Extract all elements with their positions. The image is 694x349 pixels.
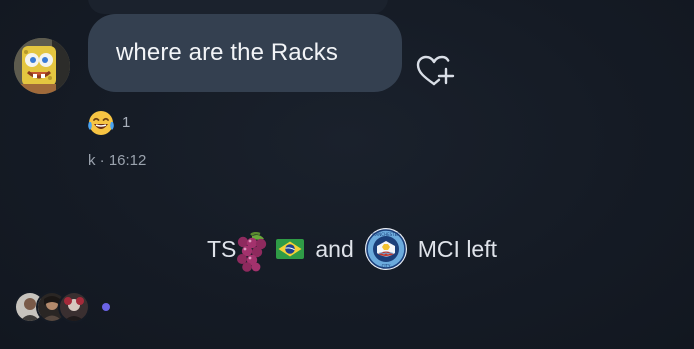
reaction-count: 1 [122,113,131,131]
typing-indicator-dot [102,303,110,311]
svg-text:CITY: CITY [381,264,390,269]
man-city-crest-icon: MANCHESTER CITY [364,228,407,270]
seen-avatar[interactable] [58,291,90,323]
message-bubble[interactable]: where are the Racks [88,14,402,92]
message-reaction[interactable]: 1 [86,108,130,138]
system-message-prefix: TS [207,235,237,262]
system-message-conjunction: and [315,235,354,262]
seen-by-row[interactable] [14,290,110,324]
brazil-flag-icon [276,239,305,259]
system-message-suffix: MCI left [417,235,497,262]
system-message: TS and MANCHESTER CITY MCI left [207,226,497,272]
add-reaction-button[interactable] [414,52,458,90]
avatar-image [14,38,70,94]
previous-message-bubble[interactable] [88,0,388,14]
grapes-emoji-icon [237,232,267,272]
sender-avatar[interactable] [14,38,70,94]
message-text: where are the Racks [116,39,339,66]
heart-plus-icon [416,55,455,86]
message-meta: k · 16:12 [88,152,147,169]
laughing-tears-emoji-icon [88,111,114,135]
chat-screen: where are the Racks 1 k · 16:12 TS and M… [0,0,694,349]
seen-avatar-image [60,293,88,321]
svg-text:MANCHESTER: MANCHESTER [372,232,400,237]
